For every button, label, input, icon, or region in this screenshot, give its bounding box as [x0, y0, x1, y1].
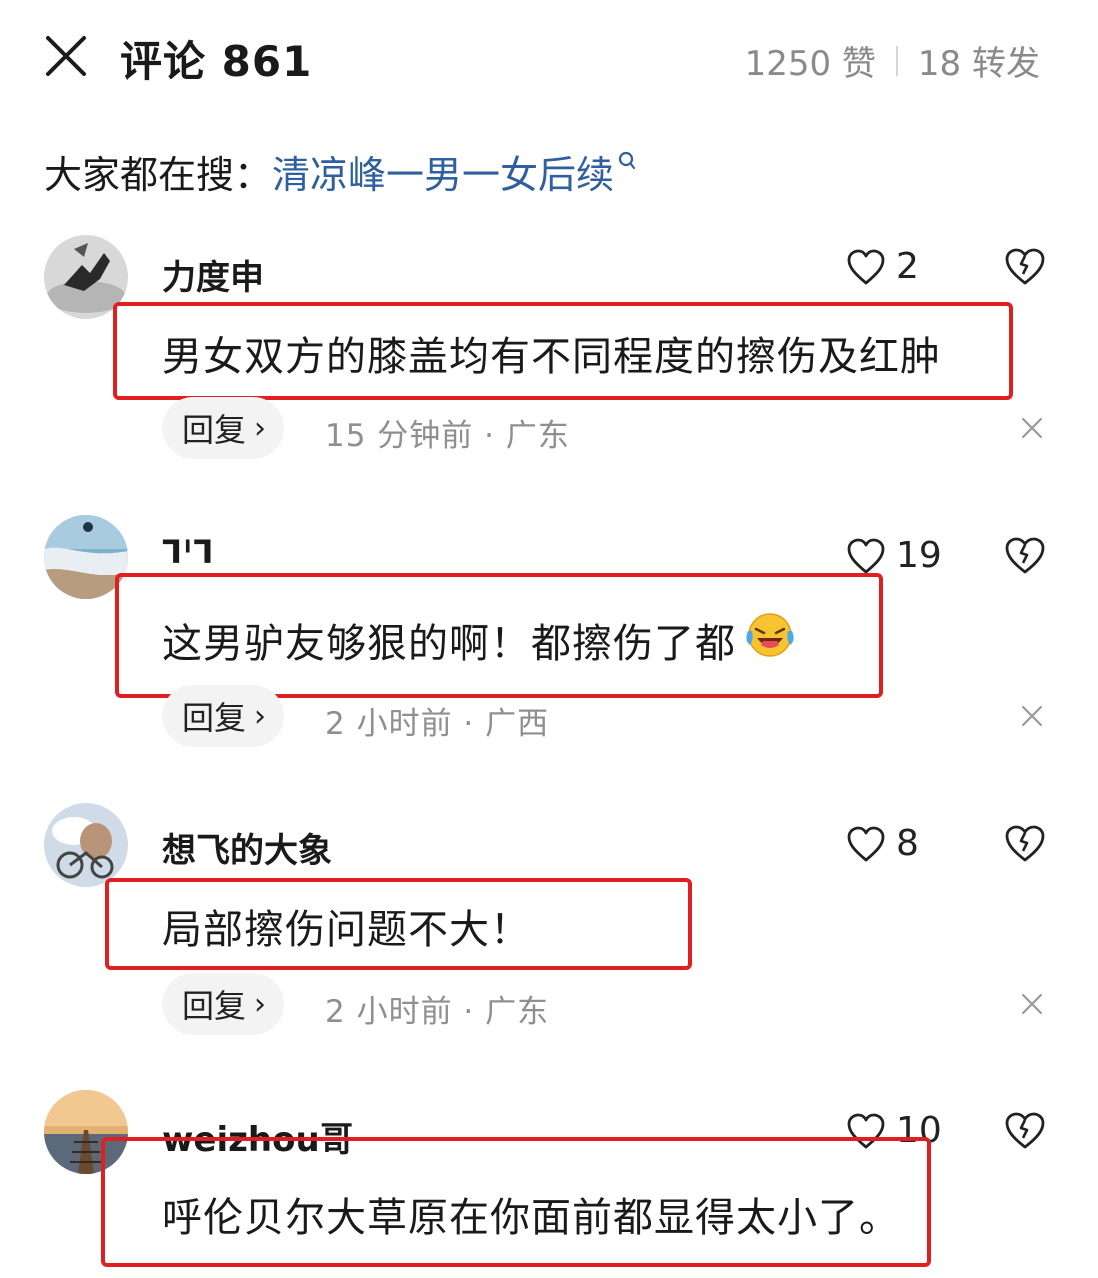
comment-meta: 2 小时前 · 广西 [325, 706, 550, 742]
comments-header: 评论 861 1250 赞 18 转发 [0, 0, 1098, 115]
comment-text: 呼伦贝尔大草原在你面前都显得太小了。 [162, 1195, 900, 1241]
comment-item: 力度申 2 男女双方的膝盖均有不同程度的擦伤及红肿 回复 › 15 分钟前 · … [0, 230, 1098, 518]
comment-username[interactable]: 想飞的大象 [162, 823, 332, 872]
comment-meta: 15 分钟前 · 广东 [325, 418, 570, 454]
page-title: 评论 861 [120, 37, 313, 86]
close-icon[interactable] [1020, 704, 1044, 732]
comment-text: 局部擦伤问题不大！ [162, 907, 531, 953]
chevron-right-icon: › [254, 698, 267, 734]
comment-text-row: 这男驴友够狠的啊！都擦伤了都 [162, 611, 796, 669]
heart-icon [847, 538, 885, 573]
trending-search-link[interactable]: 清凉峰一男一女后续 [272, 144, 614, 199]
reply-button[interactable]: 回复 › [162, 397, 285, 459]
like-count: 19 [896, 535, 942, 576]
search-icon[interactable] [618, 138, 636, 182]
reply-label: 回复 [182, 699, 247, 737]
like-count: 8 [896, 823, 919, 864]
stats-divider [895, 45, 898, 76]
reply-label: 回复 [182, 987, 247, 1025]
laughing-crying-emoji-icon [744, 611, 796, 669]
like-button[interactable]: 19 [846, 535, 942, 576]
like-count: 2 [896, 246, 919, 287]
broken-heart-icon[interactable] [1003, 823, 1047, 867]
heart-icon [847, 249, 885, 284]
comment-item: weizhou哥 10 呼伦贝尔大草原在你面前都显得太小了。 [0, 1090, 1098, 1278]
reply-button[interactable]: 回复 › [162, 685, 285, 747]
comment-item: 想飞的大象 8 局部擦伤问题不大！ 回复 › 2 小时前 · 广东 [0, 803, 1098, 1091]
comment-meta: 2 小时前 · 广东 [325, 994, 550, 1030]
likes-count[interactable]: 1250 赞 [745, 36, 876, 85]
broken-heart-icon[interactable] [1003, 246, 1047, 290]
close-icon[interactable] [1020, 416, 1044, 444]
comment-text: 男女双方的膝盖均有不同程度的擦伤及红肿 [162, 334, 941, 380]
comment-item: ᒣᑊᒣ 19 这男驴友够狠的啊！都擦伤了都 回复 › 2 小时前 · 广西 [0, 515, 1098, 803]
close-icon[interactable] [1020, 992, 1044, 1020]
shares-count[interactable]: 18 转发 [918, 36, 1040, 85]
heart-icon [847, 826, 885, 861]
trending-search-label: 大家都在搜： [44, 153, 273, 197]
like-button[interactable]: 8 [846, 823, 919, 864]
comment-username[interactable]: ᒣᑊᒣ [162, 533, 215, 571]
chevron-right-icon: › [254, 986, 267, 1022]
comment-username[interactable]: 力度申 [162, 250, 264, 299]
avatar[interactable] [44, 803, 128, 887]
close-icon[interactable] [44, 34, 88, 78]
broken-heart-icon[interactable] [1003, 1110, 1047, 1154]
like-button[interactable]: 2 [846, 246, 919, 287]
broken-heart-icon[interactable] [1003, 535, 1047, 579]
chevron-right-icon: › [254, 410, 267, 446]
trending-search: 大家都在搜： 清凉峰一男一女后续 [44, 144, 636, 199]
reply-label: 回复 [182, 411, 247, 449]
comment-text: 这男驴友够狠的啊！都擦伤了都 [162, 621, 736, 667]
reply-button[interactable]: 回复 › [162, 973, 285, 1035]
post-stats: 1250 赞 18 转发 [745, 36, 1040, 85]
